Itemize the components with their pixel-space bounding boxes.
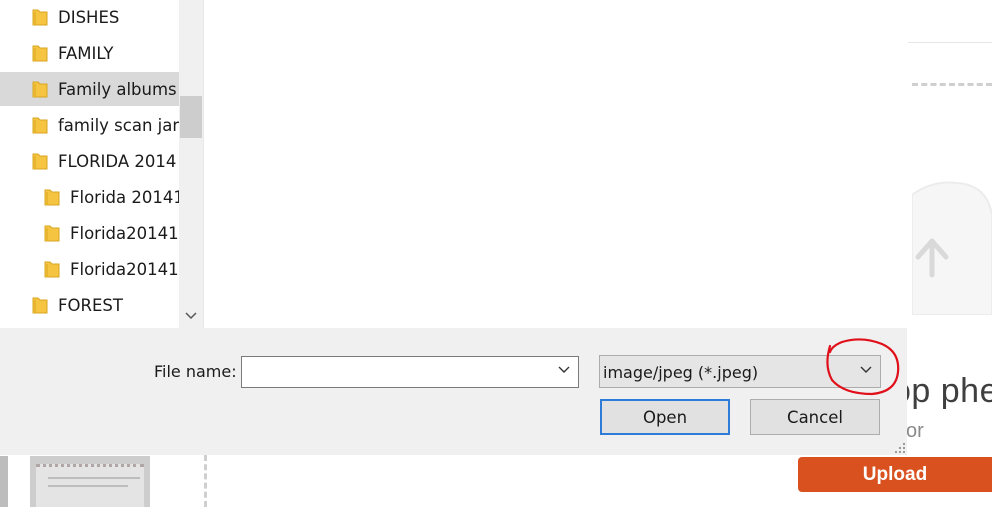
- folder-icon: [32, 8, 48, 26]
- dropzone-border-left: [204, 455, 207, 507]
- folder-label: FLORIDA 2014: [58, 151, 177, 171]
- scrollbar-thumb[interactable]: [180, 96, 202, 138]
- folder-label: DISHES: [58, 7, 120, 27]
- open-button[interactable]: Open: [600, 399, 730, 435]
- folder-tree: DISHES FAMILY Family albums family scan jan…: [0, 0, 179, 328]
- thumbnail-image: [36, 464, 144, 507]
- thumbnail-text-line: [48, 485, 128, 487]
- scroll-down-button[interactable]: [179, 304, 203, 328]
- folder-label: family scan jan: [58, 115, 179, 135]
- folder-label: Florida20141: [70, 259, 179, 279]
- chevron-down-icon[interactable]: [558, 366, 570, 374]
- folder-label: Florida 20141: [70, 187, 179, 207]
- folder-icon: [32, 116, 48, 134]
- file-type-select[interactable]: image/jpeg (*.jpeg): [599, 355, 881, 388]
- file-open-dialog: DISHES FAMILY Family albums family scan jan…: [0, 0, 907, 455]
- file-type-value: image/jpeg (*.jpeg): [603, 363, 759, 382]
- folder-icon: [32, 44, 48, 62]
- folder-label: FOREST: [58, 295, 123, 315]
- cloud-upload-icon: [912, 181, 992, 315]
- folder-tree-item[interactable]: Florida 20141: [0, 180, 179, 214]
- folder-icon: [44, 188, 60, 206]
- chevron-down-icon[interactable]: [860, 366, 872, 374]
- file-name-label: File name:: [154, 362, 237, 381]
- folder-tree-item[interactable]: Florida20141: [0, 252, 179, 286]
- thumbnail-text-line: [48, 477, 140, 479]
- dialog-footer: [0, 328, 907, 455]
- dropzone-headline: op phe: [892, 372, 992, 410]
- folder-tree-item[interactable]: Florida20141: [0, 216, 179, 250]
- folder-tree-item[interactable]: FOREST: [0, 288, 179, 322]
- folder-icon: [32, 80, 48, 98]
- cancel-button[interactable]: Cancel: [750, 399, 880, 435]
- folder-icon: [44, 260, 60, 278]
- folder-icon: [32, 152, 48, 170]
- dropzone-border-top: [912, 83, 992, 86]
- folder-tree-scrollbar[interactable]: [179, 0, 203, 328]
- folder-icon: [44, 224, 60, 242]
- folder-label: Florida20141: [70, 223, 179, 243]
- page-edge-strip: [0, 456, 8, 507]
- upload-button[interactable]: Upload: [798, 457, 992, 492]
- folder-label: Family albums: [58, 79, 177, 99]
- file-name-combobox[interactable]: [241, 356, 579, 388]
- folder-tree-item[interactable]: family scan jan: [0, 108, 179, 142]
- header-divider: [908, 42, 992, 43]
- file-list-pane[interactable]: [203, 0, 907, 328]
- folder-tree-item[interactable]: Family albums: [0, 72, 179, 106]
- folder-tree-item[interactable]: FLORIDA 2014: [0, 144, 179, 178]
- folder-tree-item[interactable]: FAMILY: [0, 36, 179, 70]
- photo-thumbnail[interactable]: [30, 456, 150, 507]
- file-name-input[interactable]: [246, 361, 546, 383]
- resize-grip-icon[interactable]: [894, 442, 906, 454]
- chevron-down-icon: [185, 312, 197, 320]
- folder-label: FAMILY: [58, 43, 114, 63]
- folder-tree-item[interactable]: DISHES: [0, 0, 179, 34]
- dropzone-subline: or: [906, 420, 924, 442]
- folder-icon: [32, 296, 48, 314]
